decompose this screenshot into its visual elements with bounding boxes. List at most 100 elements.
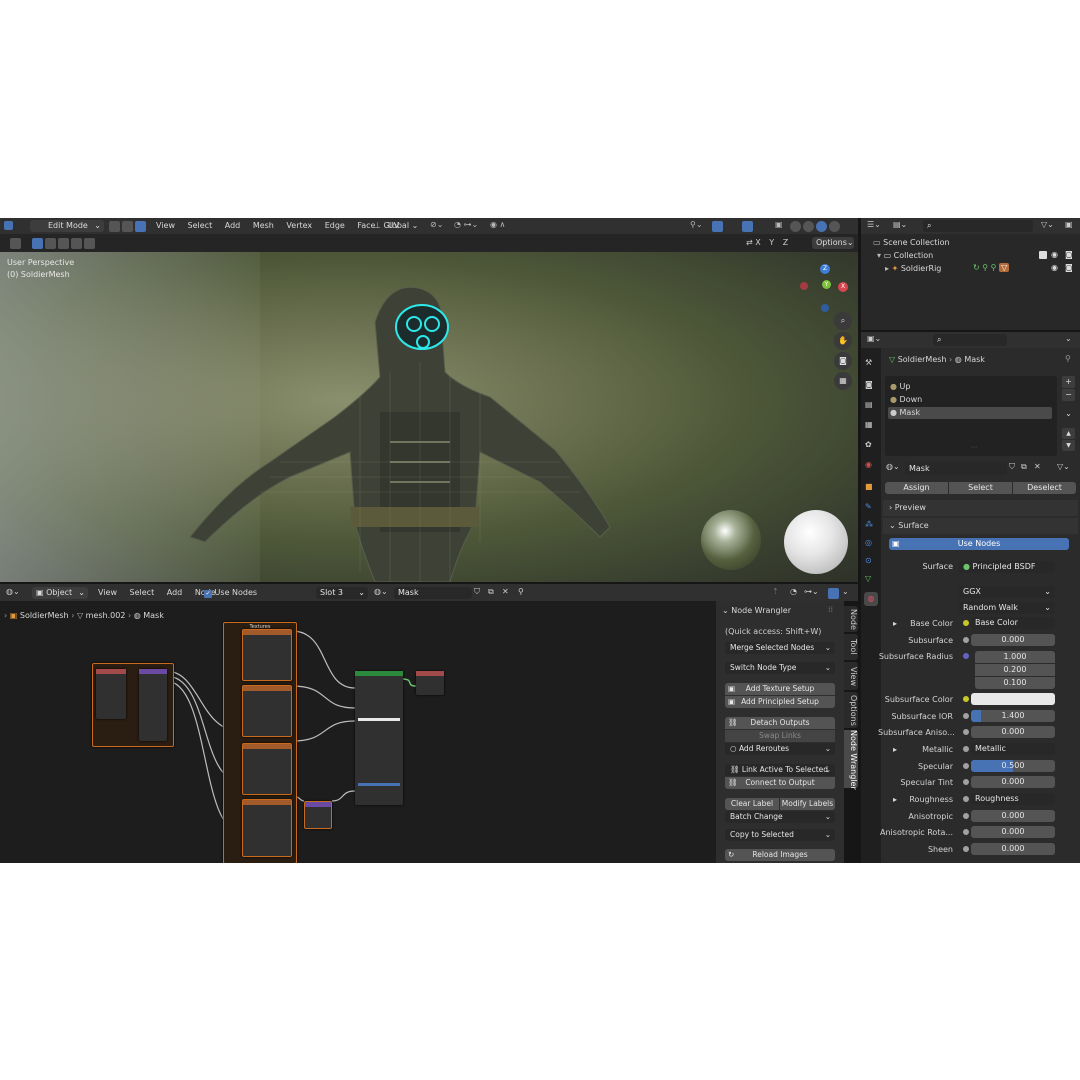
camera-render-icon[interactable]: ◙ [1065,263,1073,272]
gizmo-neg-z-axis[interactable] [821,304,829,312]
orientation-dropdown[interactable]: ⊥ Global ⌄ [374,221,418,230]
prop-subsurface-ior[interactable]: 1.400 [971,710,1055,722]
prop-subsurface[interactable]: 0.000 [971,634,1055,646]
select-box-icon[interactable] [32,238,43,249]
panel-drag-icon[interactable]: ⁞⁞ [828,605,833,614]
zoom-icon[interactable]: ⌕ [834,312,852,330]
view-layer-tab-icon[interactable]: ▦ [865,420,873,429]
xray-icon[interactable]: ▣ [775,220,783,229]
use-nodes-button[interactable]: ▣ Use Nodes [889,538,1069,550]
pivot-icon[interactable]: ⊘⌄ [430,220,443,229]
gizmo-x-axis[interactable]: X [838,282,848,292]
gizmo-neg-x-axis[interactable] [800,282,808,290]
swap-links-button[interactable]: Swap Links [725,730,835,742]
fake-user-icon[interactable]: ⛉ [1009,462,1015,472]
principled-bsdf-node[interactable] [355,671,403,805]
outliner-row-scene-collection[interactable]: ▭ Scene Collection [873,238,950,247]
node-wrangler-title[interactable]: ⌄ Node Wrangler [722,606,791,615]
outliner-search-field[interactable]: ⌕ [923,220,1033,232]
display-mode-icon[interactable]: ▤⌄ [893,220,907,229]
outliner-row-collection[interactable]: ▾ ▭ Collection ◉ ◙ [877,250,1077,260]
vertex-select-icon[interactable] [109,221,120,232]
surface-panel-header[interactable]: ⌄ Surface [883,518,1078,534]
particles-tab-icon[interactable]: ⁂ [865,520,873,529]
menu-select[interactable]: Select [130,588,155,597]
slot-dropdown[interactable]: Slot 3 ⌄ [316,587,368,599]
menu-view[interactable]: View [98,588,117,597]
prop-subsurface-radius-z[interactable]: 0.100 [975,677,1055,689]
add-slot-button[interactable]: + [1062,376,1075,388]
eye-icon[interactable]: ◉ [1051,250,1058,259]
image-texture-node-3[interactable] [242,743,292,795]
gizmo-z-axis[interactable]: Z [820,264,830,274]
eye-icon[interactable]: ◉ [1051,263,1058,272]
modifier-tab-icon[interactable]: ✎ [865,502,872,511]
outliner-row-soldierrig[interactable]: ▸ ✦ SoldierRig ↻ ⚲ ⚲ ▽ ◉ ◙ [885,263,1077,273]
axis-x[interactable]: X [755,238,760,247]
options-dropdown[interactable]: Options⌄ [812,237,854,249]
camera-render-icon[interactable]: ◙ [1065,250,1073,259]
distribution-dropdown[interactable]: GGX ⌄ [959,586,1055,598]
prop-sheen[interactable]: 0.000 [971,843,1055,855]
pin-icon[interactable]: ⚲ [518,587,524,596]
deselect-button[interactable]: Deselect [1013,482,1076,494]
resize-grip-icon[interactable]: ⋯ [971,444,977,451]
material-shading-icon[interactable] [816,221,827,232]
batch-change-dropdown[interactable]: Batch Change ⌄ [725,811,835,823]
tab-tool[interactable]: Tool [844,634,858,660]
pin-icon[interactable]: ⚲ [1065,354,1071,363]
material-browse-icon[interactable]: ◍⌄ [886,462,900,471]
reload-images-button[interactable]: ↻ Reload Images [725,849,835,861]
select-extend-icon[interactable] [45,238,56,249]
move-slot-up-button[interactable]: ▲ [1062,428,1075,439]
menu-mesh[interactable]: Mesh [253,221,274,230]
menu-edge[interactable]: Edge [325,221,345,230]
unlink-material-icon[interactable]: ✕ [502,587,509,596]
data-tab-icon[interactable]: ▽ [865,574,871,583]
duplicate-material-icon[interactable]: ⧉ [1021,462,1027,472]
unlink-material-icon[interactable]: ✕ [1034,462,1041,471]
menu-select[interactable]: Select [188,221,213,230]
node-canvas[interactable]: › ▣ SoldierMesh › ▽ mesh.002 › ◍ Mask Te… [0,601,716,863]
axis-y[interactable]: Y [769,238,774,247]
remove-slot-button[interactable]: − [1062,389,1075,401]
properties-options-icon[interactable]: ⌄ [1065,334,1072,343]
clear-label-button[interactable]: Clear Label [725,798,779,810]
tab-view[interactable]: View [844,662,858,690]
add-texture-setup-button[interactable]: ▣ Add Texture Setup [725,683,835,695]
prop-metallic[interactable]: Metallic [971,743,1055,755]
link-active-dropdown[interactable]: ⛓ Link Active To Selected ⌄ [725,764,835,776]
select-subtract-icon[interactable] [58,238,69,249]
preview-panel-header[interactable]: › Preview [883,500,1078,516]
merge-selected-dropdown[interactable]: Merge Selected Nodes ⌄ [725,642,835,654]
image-texture-node-4[interactable] [242,799,292,857]
duplicate-material-icon[interactable]: ⧉ [488,587,494,597]
solid-shading-icon[interactable] [803,221,814,232]
object-tab-icon[interactable]: ■ [865,482,873,491]
object-type-dropdown[interactable]: ▣ Object ⌄ [32,587,88,599]
navigation-gizmo[interactable]: Z X Y [800,260,856,316]
pan-hand-icon[interactable]: ✋ [834,332,852,350]
editor-type-icon[interactable] [4,221,13,230]
face-select-icon[interactable] [135,221,146,232]
menu-add[interactable]: Add [225,221,241,230]
texture-coordinate-node[interactable] [96,669,126,719]
filter-icon[interactable]: ▽⌄ [1041,220,1054,229]
select-intersect-icon[interactable] [84,238,95,249]
fake-user-icon[interactable]: ⛉ [474,587,480,597]
slot-item-mask[interactable]: ● Mask [888,407,1052,419]
grid-ortho-icon[interactable]: ▦ [834,372,852,390]
snap-mode-icon[interactable]: ⊶⌄ [804,587,819,596]
connect-to-output-button[interactable]: ⛓ Connect to Output [725,777,835,789]
overlay-dropdown-icon[interactable]: ⌄ [842,587,849,596]
prop-anisotropic-rotation[interactable]: 0.000 [971,826,1055,838]
menu-view[interactable]: View [156,221,175,230]
material-tab-icon[interactable]: ◍ [864,592,878,606]
mirror-axis-buttons[interactable]: ⇄ X Y Z [746,238,788,247]
snap-icon[interactable]: ◔ [790,587,797,596]
tool-tab-icon[interactable]: ⚒ [865,358,872,367]
prop-subsurface-color[interactable] [971,693,1055,705]
properties-editor-icon[interactable]: ▣⌄ [867,334,881,343]
proportional-edit-icon[interactable]: ◉ ∧ [490,220,505,229]
surface-shader-field[interactable]: ● Principled BSDF [959,561,1055,573]
